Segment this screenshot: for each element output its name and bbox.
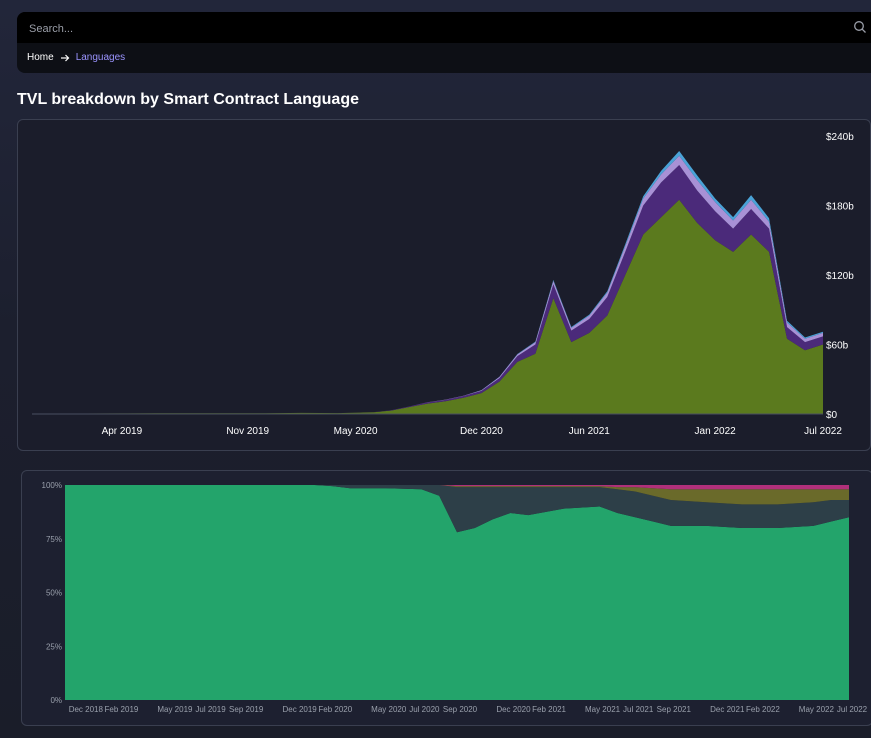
x-tick-label: Jul 2021	[623, 705, 654, 714]
y-tick-label: 25%	[46, 642, 62, 651]
x-tick-label: Apr 2019	[102, 426, 143, 437]
x-tick-label: Jul 2022	[804, 426, 842, 437]
breadcrumb-home-link[interactable]: Home	[27, 52, 54, 63]
search-bar	[17, 12, 871, 43]
y-tick-label: $60b	[826, 341, 849, 352]
breadcrumb: Home Languages	[27, 52, 125, 63]
x-tick-label: Feb 2021	[532, 705, 566, 714]
x-tick-label: Sep 2021	[657, 705, 692, 714]
dominance-area-chart: 0%25%50%75%100%Dec 2018 Feb 2019 May 2019 J…	[42, 481, 868, 714]
x-tick-label: Nov 2019	[226, 426, 269, 437]
tvl-chart-panel: $0 $60b $120b $180b $240b Apr 2019 Nov 2019 May…	[17, 119, 871, 451]
x-tick-label: Sep 2020	[443, 705, 478, 714]
search-icon[interactable]	[853, 20, 867, 34]
x-tick-label: Feb 2022	[746, 705, 780, 714]
x-tick-label: Jan 2022	[695, 426, 737, 437]
y-tick-label: $180b	[826, 202, 854, 213]
y-tick-label: $120b	[826, 271, 854, 282]
x-tick-label: May 2022	[799, 705, 835, 714]
x-tick-label: Jun 2021	[569, 426, 611, 437]
x-tick-label: Jul 2022	[837, 705, 868, 714]
y-tick-label: 75%	[46, 535, 62, 544]
x-tick-label: Jul 2019	[195, 705, 226, 714]
x-tick-label: Dec 2020	[496, 705, 531, 714]
y-tick-label: 100%	[42, 481, 62, 490]
x-tick-label: Feb 2020	[318, 705, 352, 714]
x-tick-label: Sep 2019	[229, 705, 264, 714]
x-tick-label: Feb 2019	[105, 705, 139, 714]
x-tick-label: May 2021	[585, 705, 621, 714]
x-tick-label: May 2020	[371, 705, 407, 714]
x-tick-label: May 2020	[334, 426, 378, 437]
search-input[interactable]	[27, 19, 831, 39]
y-tick-label: $240b	[826, 132, 854, 143]
dominance-chart-panel: 0% 25% 50% 75% 100% Dec 2018 Feb 2019 May 2019 J…	[21, 470, 871, 726]
x-tick-label: Dec 2019	[283, 705, 318, 714]
x-tick-label: Jul 2020	[409, 705, 440, 714]
x-tick-label: Dec 2018	[69, 705, 104, 714]
top-bar: Home Languages	[17, 12, 871, 73]
page-title: TVL breakdown by Smart Contract Language	[17, 91, 359, 108]
x-tick-label: Dec 2020	[460, 426, 503, 437]
breadcrumb-current-link[interactable]: Languages	[76, 52, 126, 63]
x-tick-label: Dec 2021	[710, 705, 745, 714]
y-tick-label: 50%	[46, 589, 62, 598]
y-tick-label: 0%	[50, 696, 62, 705]
y-tick-label: $0	[826, 410, 838, 421]
tvl-area-chart: $0 $60b $120b $180b $240b Apr 2019 Nov 2019 May…	[32, 132, 854, 437]
x-tick-label: May 2019	[157, 705, 193, 714]
arrow-right-icon	[60, 54, 70, 61]
